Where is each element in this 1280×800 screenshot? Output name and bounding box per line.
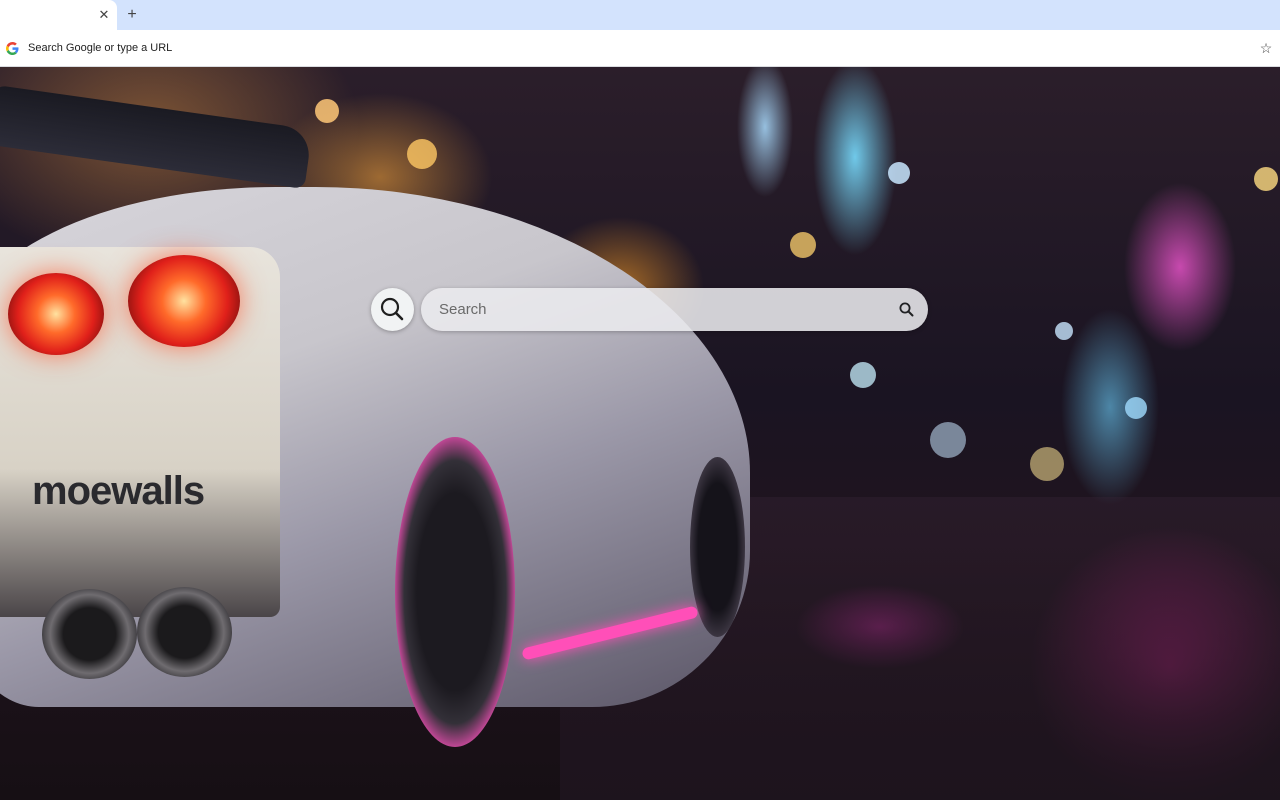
exhaust-pipe <box>137 587 232 677</box>
search-lens-button[interactable] <box>371 288 414 331</box>
star-icon[interactable]: ☆ <box>1258 40 1274 56</box>
taillight-right <box>128 255 240 347</box>
search-input[interactable] <box>439 288 879 331</box>
car-wheel-rear <box>395 437 515 747</box>
google-g-icon <box>6 42 19 55</box>
omnibox-placeholder[interactable]: Search Google or type a URL <box>28 42 172 54</box>
bokeh-light <box>1254 167 1278 191</box>
bokeh-light <box>1125 397 1147 419</box>
taillight-left <box>8 273 104 355</box>
bokeh-light <box>407 139 437 169</box>
bokeh-light <box>1055 322 1073 340</box>
car-wheel-front <box>690 457 745 637</box>
search-box[interactable] <box>421 288 928 331</box>
wallpaper-brand-text: moewalls <box>32 469 205 513</box>
bokeh-light <box>315 99 339 123</box>
search-icon <box>380 297 404 321</box>
bokeh-light <box>1030 447 1064 481</box>
bokeh-light <box>850 362 876 388</box>
background-wallpaper: moewalls <box>0 67 1280 800</box>
new-tab-icon[interactable]: + <box>124 7 140 23</box>
search-icon[interactable] <box>897 300 916 319</box>
exhaust-pipe <box>42 589 137 679</box>
omnibox[interactable]: Search Google or type a URL ☆ <box>0 33 1280 65</box>
tab-strip: ✕ + <box>0 0 1280 30</box>
bokeh-light <box>790 232 816 258</box>
bokeh-light <box>888 162 910 184</box>
tab-active[interactable]: ✕ <box>0 0 117 30</box>
car-spoiler <box>0 85 313 189</box>
bokeh-light <box>930 422 966 458</box>
tab-close-icon[interactable]: ✕ <box>97 8 111 22</box>
toolbar: Search Google or type a URL ☆ <box>0 30 1280 67</box>
